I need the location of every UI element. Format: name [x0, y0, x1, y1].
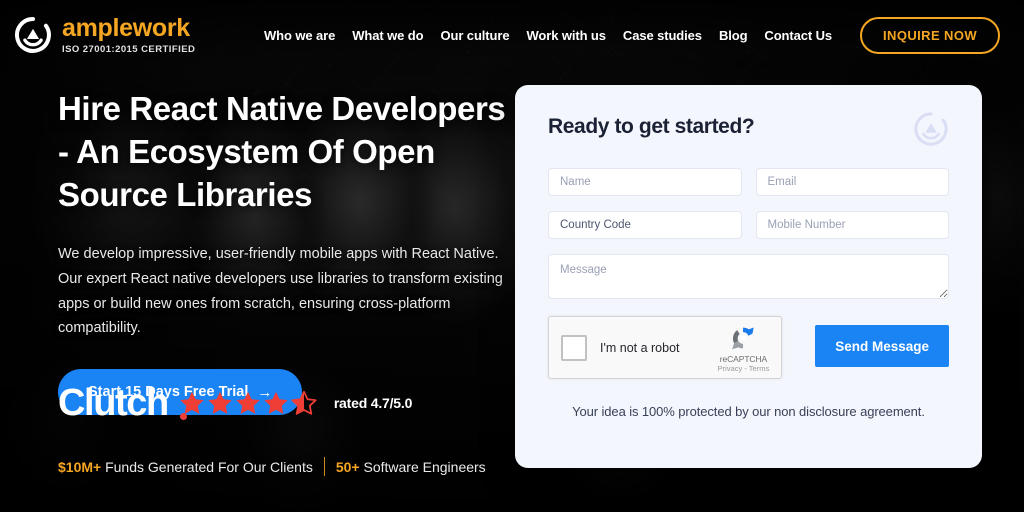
nav-item-who-we-are[interactable]: Who we are [264, 28, 335, 43]
hero-description: We develop impressive, user-friendly mob… [58, 242, 506, 342]
hero-content: Hire React Native Developers - An Ecosys… [58, 88, 510, 415]
recaptcha-widget[interactable]: I'm not a robot reCAPTCHA Privacy - Term… [548, 316, 782, 379]
stat-funds-value: $10M+ [58, 459, 101, 475]
recaptcha-logo-icon [728, 323, 758, 353]
recaptcha-terms-link[interactable]: Privacy - Terms [718, 365, 770, 373]
clutch-dot-icon [180, 413, 187, 420]
country-code-input[interactable] [548, 211, 742, 239]
clutch-logo: Clutch [58, 384, 168, 422]
clutch-rating: Clutch [58, 384, 412, 422]
nav-item-blog[interactable]: Blog [719, 28, 747, 43]
stats-bar: $10M+ Funds Generated For Our Clients 50… [58, 457, 486, 476]
nda-disclaimer: Your idea is 100% protected by our non d… [548, 404, 949, 419]
nav-item-case-studies[interactable]: Case studies [623, 28, 702, 43]
star-icon-filled-3 [235, 390, 261, 416]
stat-funds-generated: $10M+ Funds Generated For Our Clients [58, 459, 313, 475]
amplework-watermark-icon [913, 111, 949, 147]
stat-funds-label: Funds Generated For Our Clients [105, 459, 313, 475]
stat-engineers: 50+ Software Engineers [336, 459, 486, 475]
rating-score-text: rated 4.7/5.0 [334, 395, 412, 411]
stat-engineers-value: 50+ [336, 459, 360, 475]
nav-item-what-we-do[interactable]: What we do [352, 28, 423, 43]
hero-title: Hire React Native Developers - An Ecosys… [58, 88, 510, 217]
brand-logo[interactable]: amplework ISO 27001:2015 CERTIFIED [14, 16, 195, 55]
nav-item-work-with-us[interactable]: Work with us [526, 28, 605, 43]
amplework-circle-logo-icon [14, 16, 52, 54]
email-input[interactable] [756, 168, 950, 196]
star-icon-filled-4 [263, 390, 289, 416]
mobile-number-input[interactable] [756, 211, 950, 239]
brand-text: amplework ISO 27001:2015 CERTIFIED [62, 16, 195, 55]
message-textarea[interactable] [548, 254, 949, 299]
recaptcha-brand-name: reCAPTCHA [718, 355, 770, 364]
contact-form-fields [548, 168, 949, 299]
contact-form-card: Ready to get started? I'm not a robot [515, 85, 982, 468]
recaptcha-checkbox[interactable] [561, 335, 587, 361]
star-icon-half-5 [291, 390, 317, 416]
send-message-button[interactable]: Send Message [815, 325, 949, 367]
recaptcha-label: I'm not a robot [600, 341, 680, 355]
stat-engineers-label: Software Engineers [364, 459, 486, 475]
brand-tagline: ISO 27001:2015 CERTIFIED [62, 45, 195, 55]
stats-divider [324, 457, 325, 476]
recaptcha-branding: reCAPTCHA Privacy - Terms [718, 323, 770, 373]
form-title: Ready to get started? [548, 115, 754, 139]
clutch-wordmark: Clutch [58, 382, 168, 424]
star-rating [179, 390, 317, 416]
name-input[interactable] [548, 168, 742, 196]
brand-name: amplework [62, 16, 195, 41]
site-header: amplework ISO 27001:2015 CERTIFIED Who w… [0, 0, 1024, 70]
nav-item-our-culture[interactable]: Our culture [440, 28, 509, 43]
form-actions: I'm not a robot reCAPTCHA Privacy - Term… [548, 316, 949, 379]
nav-item-contact-us[interactable]: Contact Us [764, 28, 832, 43]
star-icon-filled-2 [207, 390, 233, 416]
inquire-now-button[interactable]: INQUIRE NOW [860, 17, 1000, 54]
main-navigation: Who we are What we do Our culture Work w… [264, 17, 1000, 54]
hero-section: amplework ISO 27001:2015 CERTIFIED Who w… [0, 0, 1024, 512]
form-header: Ready to get started? [548, 115, 949, 147]
